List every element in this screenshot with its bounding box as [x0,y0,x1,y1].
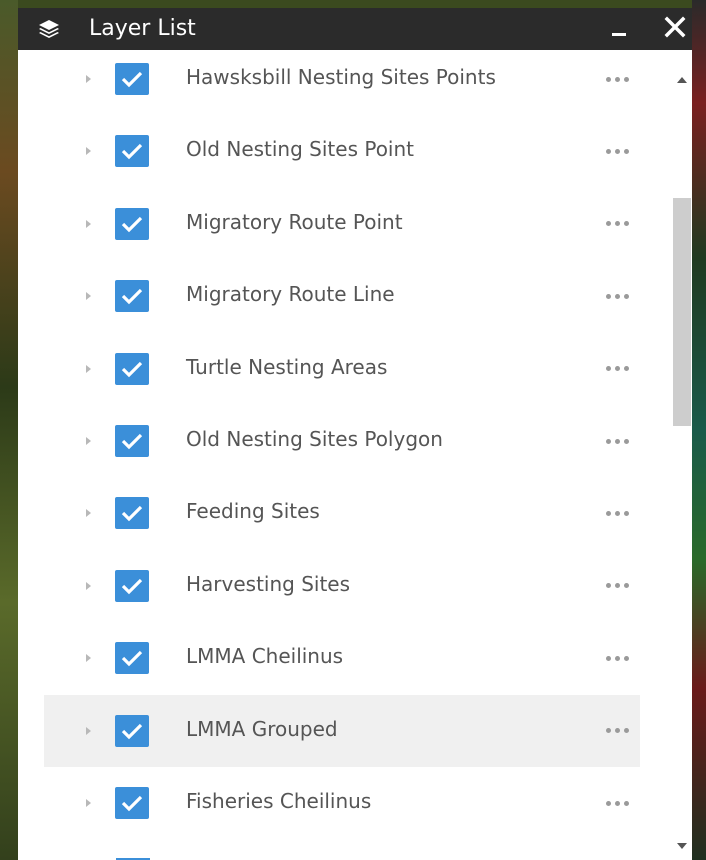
vertical-scrollbar[interactable] [670,50,692,860]
layer-visibility-checkbox[interactable] [115,569,149,602]
layer-name-label: Old Nesting Sites Point [186,137,414,162]
layer-row[interactable]: Hawsksbill Nesting Sites Points [44,50,640,115]
layer-row[interactable]: Old Nesting Sites Polygon [44,405,640,477]
layer-visibility-checkbox[interactable] [115,497,149,530]
more-options-icon[interactable] [606,582,640,590]
panel-titlebar: Layer List [18,8,692,50]
scroll-up-arrow-icon[interactable] [677,77,687,83]
layer-row[interactable]: Harvesting Sites [44,550,640,622]
layer-visibility-checkbox[interactable] [115,280,149,313]
checkmark-icon [121,144,143,160]
checkmark-icon [121,361,143,377]
layer-name-label: LMMA Grouped [186,716,338,741]
more-options-icon[interactable] [606,509,640,517]
checkmark-icon [121,578,143,595]
expand-triangle-icon[interactable] [86,799,91,807]
layer-row[interactable]: Fisheries Cheilinus [44,767,640,839]
layer-row[interactable]: Migratory Route Point [44,188,640,260]
checkmark-icon [121,433,143,450]
layer-name-label: Old Nesting Sites Polygon [186,427,443,451]
minimize-button[interactable] [608,14,630,44]
checkmark-icon [121,651,143,667]
layer-row[interactable]: Feeding Sites [44,477,640,549]
layer-name-label: Migratory Route Line [186,282,395,307]
scroll-thumb[interactable] [673,198,691,426]
layer-visibility-checkbox[interactable] [115,63,149,95]
checkmark-icon [121,289,143,305]
more-options-icon[interactable] [606,654,640,662]
layer-visibility-checkbox[interactable] [115,135,149,168]
expand-triangle-icon[interactable] [86,726,91,735]
layer-name-label: Hawsksbill Nesting Sites Points [186,65,496,89]
layer-name-label: LMMA Cheilinus [186,644,344,669]
more-options-icon[interactable] [606,799,640,807]
layer-visibility-checkbox[interactable] [115,425,149,457]
more-options-icon[interactable] [606,220,640,228]
panel-title: Layer List [89,16,196,41]
expand-triangle-icon[interactable] [86,219,91,228]
layer-visibility-checkbox[interactable] [115,787,149,819]
layer-visibility-checkbox[interactable] [115,714,149,747]
layer-name-label: Feeding Sites [186,499,320,524]
more-options-icon[interactable] [606,292,640,300]
layer-name-label: Migratory Route Point [186,209,403,234]
checkmark-icon [121,506,143,522]
layer-row[interactable]: LMMA Cheilinus [44,622,640,694]
layer-row[interactable]: Turtle Nesting Areas [44,333,640,405]
layer-visibility-checkbox[interactable] [115,642,149,675]
checkmark-icon [121,216,143,233]
expand-triangle-icon[interactable] [86,364,91,373]
expand-triangle-icon[interactable] [86,292,91,301]
map-background-left [0,0,18,860]
expand-triangle-icon[interactable] [86,509,91,518]
checkmark-icon [121,71,143,88]
layer-row[interactable]: Old Nesting Sites Point [44,115,640,187]
checkmark-icon [121,795,143,812]
expand-triangle-icon[interactable] [86,581,91,590]
expand-triangle-icon[interactable] [86,75,91,83]
more-options-icon[interactable] [606,437,640,445]
expand-triangle-icon[interactable] [86,147,91,156]
scroll-down-arrow-icon[interactable] [677,843,687,849]
checkmark-icon [121,723,143,739]
map-background-right [692,0,706,860]
layer-list-panel: Layer List Hawsksbill Nesting Sites Poin… [18,8,692,860]
expand-triangle-icon[interactable] [86,654,91,663]
layer-visibility-checkbox[interactable] [115,352,149,385]
layer-visibility-checkbox[interactable] [115,207,149,240]
more-options-icon[interactable] [606,147,640,155]
layers-icon [39,20,59,38]
close-button[interactable] [663,12,687,42]
layer-name-label: Harvesting Sites [186,571,351,596]
more-options-icon[interactable] [606,365,640,373]
more-options-icon[interactable] [606,727,640,735]
layer-row[interactable]: LMMA Grouped [44,694,640,767]
layer-name-label: Turtle Nesting Areas [186,354,388,379]
more-options-icon[interactable] [606,75,640,83]
layer-row[interactable]: Migratory Route Line [44,260,640,332]
close-icon [664,16,686,38]
layer-name-label: Fisheries Cheilinus [186,789,372,813]
layer-list: Hawsksbill Nesting Sites Points Old Nesti… [18,50,692,860]
expand-triangle-icon[interactable] [86,437,91,445]
